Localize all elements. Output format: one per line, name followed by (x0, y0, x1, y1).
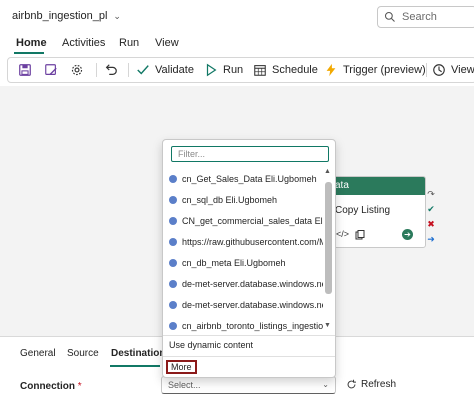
use-dynamic-content-option[interactable]: Use dynamic content (169, 340, 253, 350)
settings-button[interactable] (70, 58, 84, 82)
chevron-down-icon: ⌄ (322, 380, 329, 389)
connection-dropdown: cn_Get_Sales_Data Eli.Ugbomeh cn_sql_db … (162, 139, 336, 378)
save-icon (19, 64, 31, 76)
toolbar: Validate Run Schedule Trigger (preview) … (7, 57, 474, 83)
save-edit-icon (45, 64, 57, 75)
run-label: Run (223, 64, 244, 76)
refresh-icon (347, 379, 356, 389)
validate-button[interactable]: Validate (136, 58, 194, 82)
required-mark: * (77, 381, 82, 392)
code-icon[interactable]: </> (336, 229, 349, 239)
trigger-button[interactable]: Trigger (preview) (324, 58, 426, 82)
save-as-button[interactable] (44, 58, 58, 82)
activity-connectors: ↷ ✔ ✖ ➜ (425, 187, 437, 247)
copy-icon[interactable] (355, 230, 365, 240)
database-icon (169, 322, 177, 330)
view-run-history-button[interactable]: View (432, 58, 474, 82)
tab-source[interactable]: Source (67, 348, 99, 359)
filter-input[interactable] (171, 146, 329, 162)
tab-run[interactable]: Run (119, 37, 139, 49)
validate-label: Validate (155, 64, 194, 76)
success-check-icon[interactable]: ✔ (425, 202, 437, 217)
calendar-icon (254, 65, 266, 76)
failure-x-icon[interactable]: ✖ (425, 217, 437, 232)
tab-activities[interactable]: Activities (62, 37, 105, 49)
search-box[interactable]: Search (377, 6, 474, 28)
toolbar-divider (426, 63, 427, 77)
toolbar-divider (128, 63, 129, 77)
check-icon (137, 65, 149, 75)
arrow-right-icon[interactable]: ➔ (402, 229, 413, 240)
connection-select[interactable]: Select... ⌄ (161, 376, 336, 394)
view-label: View (451, 64, 474, 76)
save-button[interactable] (18, 58, 32, 82)
database-icon (169, 196, 177, 204)
tab-home[interactable]: Home (16, 37, 47, 49)
run-button[interactable]: Run (204, 58, 243, 82)
list-item[interactable]: cn_airbnb_toronto_listings_ingestion (169, 315, 323, 333)
tab-destination[interactable]: Destination (111, 348, 165, 359)
activity-footer: </> ➔ (327, 229, 425, 243)
database-icon (169, 175, 177, 183)
copy-activity-card[interactable]: ata Copy Listing </> ➔ (326, 176, 426, 248)
lightning-icon (326, 63, 336, 77)
list-item[interactable]: https://raw.githubusercontent.com/M (169, 231, 323, 253)
connection-select-placeholder: Select... (168, 380, 201, 390)
more-option[interactable]: More (166, 360, 197, 374)
refresh-label: Refresh (361, 379, 397, 390)
dropdown-scrollbar[interactable]: ▲ ▼ (323, 168, 333, 334)
database-icon (169, 280, 177, 288)
list-item[interactable]: CN_get_commercial_sales_data Eli.Ug (169, 210, 323, 232)
chevron-down-icon: ⌄ (113, 10, 121, 21)
tab-view[interactable]: View (155, 37, 179, 49)
database-icon (169, 259, 177, 267)
trigger-label: Trigger (preview) (343, 64, 426, 76)
database-icon (169, 238, 177, 246)
list-item[interactable]: cn_db_meta Eli.Ugbomeh (169, 252, 323, 274)
scroll-thumb[interactable] (325, 182, 332, 294)
connection-list: cn_Get_Sales_Data Eli.Ugbomeh cn_sql_db … (163, 168, 323, 333)
connection-label: Connection * (20, 381, 82, 392)
pipeline-name: airbnb_ingestion_pl (12, 10, 108, 22)
list-item[interactable]: cn_Get_Sales_Data Eli.Ugbomeh (169, 168, 323, 190)
gear-icon (71, 64, 83, 76)
toolbar-divider (96, 63, 97, 77)
list-item[interactable]: cn_sql_db Eli.Ugbomeh (169, 189, 323, 211)
completion-arrow-icon[interactable]: ➜ (425, 232, 437, 247)
dropdown-divider (163, 335, 335, 336)
top-bar: airbnb_ingestion_pl ⌄ Search (0, 0, 474, 34)
scroll-up-icon[interactable]: ▲ (324, 168, 331, 175)
list-item[interactable]: de-met-server.database.windows.net (169, 294, 323, 316)
undo-button[interactable] (104, 58, 118, 82)
play-icon (206, 63, 217, 77)
schedule-button[interactable]: Schedule (253, 58, 318, 82)
pipeline-name-dropdown[interactable]: airbnb_ingestion_pl ⌄ (12, 10, 121, 22)
refresh-button[interactable]: Refresh (346, 379, 396, 390)
skip-icon[interactable]: ↷ (425, 187, 437, 202)
search-icon (384, 11, 395, 22)
database-icon (169, 301, 177, 309)
activity-header: ata (327, 177, 425, 195)
list-item[interactable]: de-met-server.database.windows.net (169, 273, 323, 295)
schedule-label: Schedule (272, 64, 318, 76)
undo-icon (105, 64, 117, 75)
active-tab-indicator (14, 52, 44, 54)
database-icon (169, 217, 177, 225)
dropdown-divider (163, 356, 335, 357)
history-icon (433, 64, 445, 76)
ribbon-tabs: Home Activities Run View (0, 34, 474, 54)
search-placeholder: Search (402, 11, 437, 23)
active-tab-indicator (110, 365, 160, 367)
scroll-down-icon[interactable]: ▼ (324, 322, 331, 329)
activity-name: Copy Listing (335, 205, 391, 216)
tab-general[interactable]: General (20, 348, 56, 359)
